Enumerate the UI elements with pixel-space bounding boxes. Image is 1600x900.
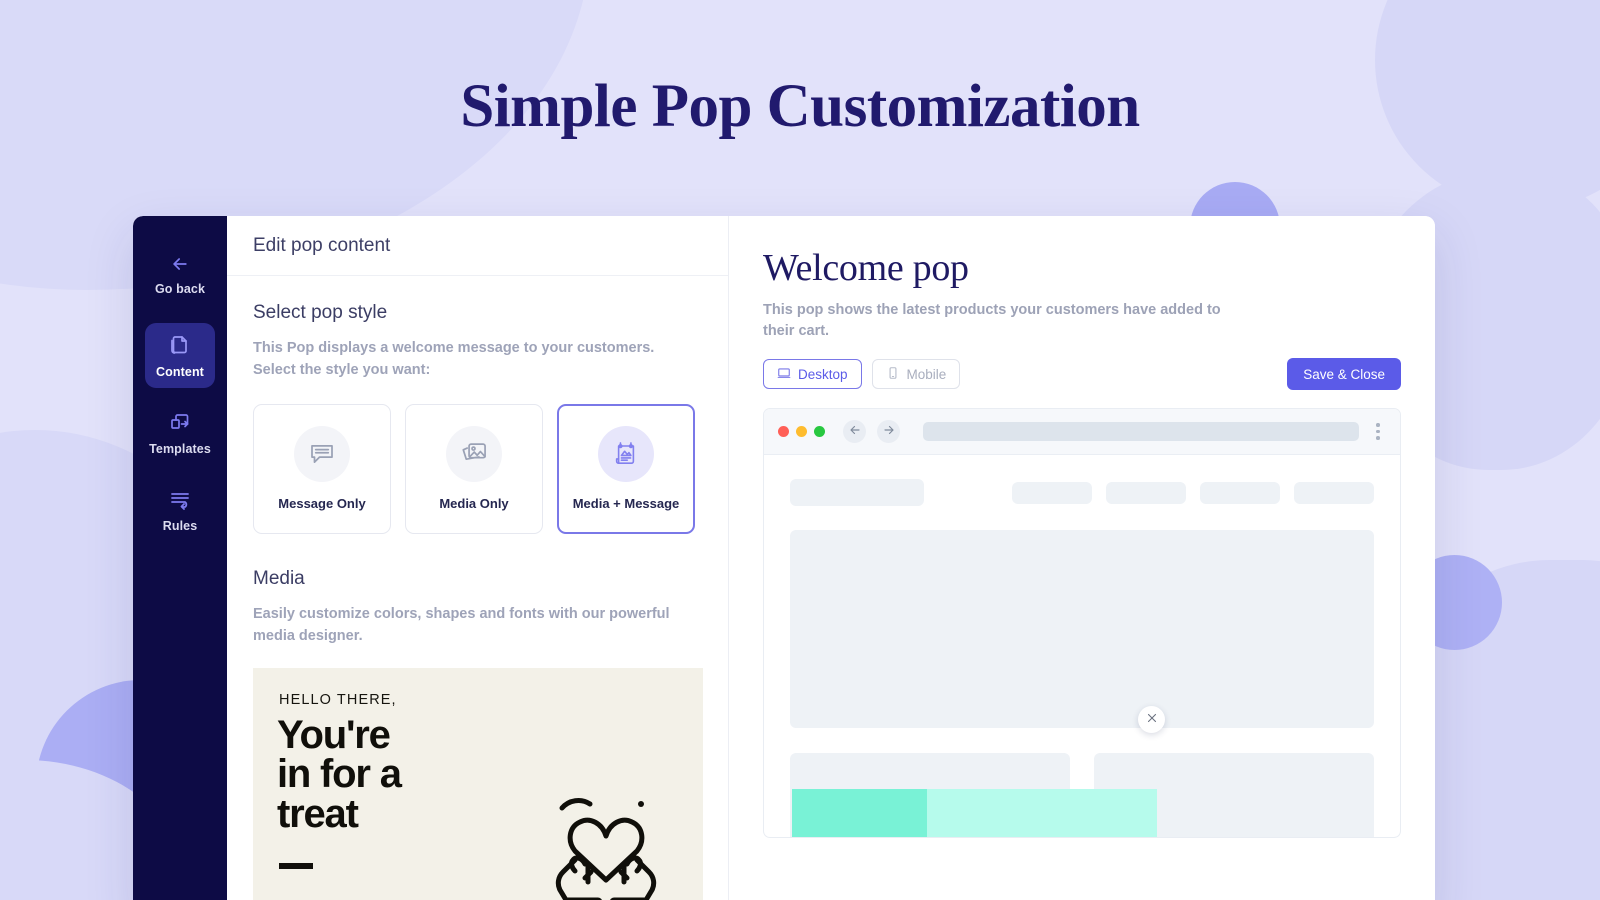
sidebar-item-label: Content [156,365,204,379]
browser-url-bar[interactable] [923,422,1359,442]
sidebar-item-content[interactable]: Content [145,323,215,388]
traffic-light-maximize[interactable] [814,426,825,438]
arrow-left-icon [170,254,190,274]
media-headline-line: in for a [277,752,402,797]
monitor-icon [777,366,791,383]
select-pop-style-description: This Pop displays a welcome message to y… [253,340,655,379]
style-card-label: Media + Message [572,496,680,512]
skeleton-nav-item [1200,481,1280,504]
media-preview-headline: You're in for a treat [277,712,402,837]
sidebar-item-label: Templates [149,442,211,456]
templates-stack-icon [168,410,192,434]
skeleton-header-row [790,479,1374,507]
phone-icon [886,366,900,383]
pop-background-shape [792,789,927,838]
skeleton-logo [790,479,924,507]
skeleton-nav-item [1106,481,1186,504]
preview-title: Welcome pop [763,247,969,289]
pop-style-card-group: Message Only Media Only Media + Message [253,403,702,534]
browser-back-button[interactable] [843,420,866,444]
preview-panel: Welcome pop This pop shows the latest pr… [729,216,1435,900]
select-pop-style-title: Select pop style [253,302,388,323]
media-headline-line: treat [277,792,359,837]
media-section-description: Easily customize colors, shapes and font… [253,605,670,645]
sidebar: Go back Content Templates Rules [133,216,227,900]
sidebar-item-label: Go back [154,282,206,296]
traffic-light-dots [778,426,825,438]
speech-bubble-icon [294,426,350,483]
editor-header-title: Edit pop content [253,234,391,256]
style-card-message-only[interactable]: Message Only [253,403,391,534]
device-toggle-label: Mobile [906,366,947,382]
style-card-media-only[interactable]: Media Only [405,403,543,534]
skeleton-nav [1012,481,1374,504]
media-preview-kicker: HELLO THERE, [279,691,397,708]
device-toggle-label: Desktop [798,366,848,382]
traffic-light-close[interactable] [778,426,789,438]
pop-preview[interactable]: ENJOY OUR BLAZING FAST SHIPPING [792,789,1157,838]
close-icon [1146,711,1158,729]
editor-body: Select pop style This Pop displays a wel… [227,276,728,900]
content-pages-icon [168,333,192,357]
style-card-label: Message Only [278,496,366,512]
media-message-icon [598,426,654,483]
device-toggle-desktop[interactable]: Desktop [763,359,862,390]
sidebar-item-templates[interactable]: Templates [145,400,215,465]
browser-forward-button[interactable] [877,420,900,444]
style-card-media-message[interactable]: Media + Message [557,403,695,534]
kebab-menu-icon[interactable] [1370,423,1386,440]
skeleton-nav-item [1012,481,1092,504]
rules-lines-icon [168,487,192,511]
app-window: Go back Content Templates Rules Edit pop… [133,216,1435,900]
media-section-title: Media [253,567,305,589]
sidebar-item-go-back[interactable]: Go back [145,244,215,305]
media-preview[interactable]: HELLO THERE, You're in for a treat [253,667,703,900]
media-preview-underline [279,862,313,869]
pop-close-button[interactable] [1138,706,1165,734]
sidebar-item-rules[interactable]: Rules [145,477,215,542]
editor-header: Edit pop content [227,216,728,276]
traffic-light-minimize[interactable] [796,426,807,438]
sidebar-item-label: Rules [162,519,198,533]
arrow-left-icon [849,423,861,441]
browser-chrome-bar [764,409,1400,456]
preview-toolbar: Desktop Mobile Save & Close [763,358,1401,391]
hands-heart-icon [531,788,681,900]
preview-description: This pop shows the latest products your … [763,302,1221,340]
editor-panel: Edit pop content Select pop style This P… [227,216,729,900]
browser-page-skeleton: ENJOY OUR BLAZING FAST SHIPPING [764,455,1400,838]
media-headline-line: You're [277,712,391,757]
style-card-label: Media Only [439,496,509,512]
browser-mockup: ENJOY OUR BLAZING FAST SHIPPING [763,408,1401,839]
device-toggle-mobile[interactable]: Mobile [871,359,961,390]
page-title: Simple Pop Customization [460,73,1140,140]
skeleton-nav-item [1294,481,1374,504]
image-stack-icon [446,426,502,483]
save-and-close-button[interactable]: Save & Close [1287,358,1401,391]
arrow-right-icon [883,423,895,441]
skeleton-hero [790,530,1374,729]
